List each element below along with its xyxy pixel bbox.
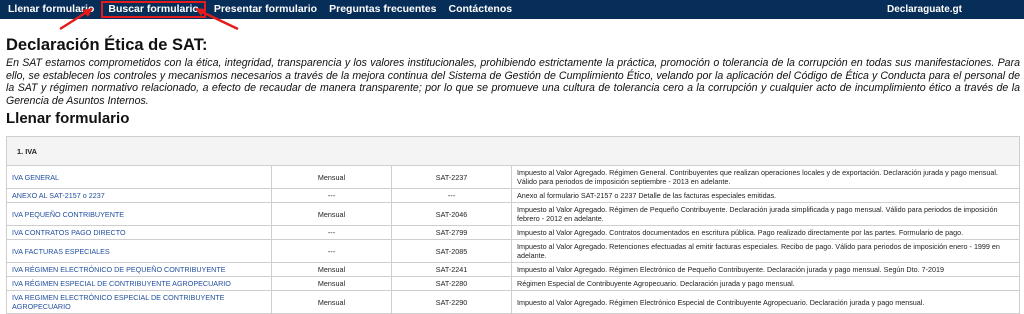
table-row: IVA RÉGIMEN ESPECIAL DE CONTRIBUYENTE AG… — [6, 276, 1020, 291]
table-row: IVA GENERAL Mensual SAT-2237 Impuesto al Va… — [6, 165, 1020, 189]
form-period: Mensual — [271, 165, 392, 189]
ethics-statement: En SAT estamos comprometidos con la étic… — [6, 57, 1020, 107]
form-code: SAT-2290 — [391, 290, 512, 314]
form-code: SAT-2046 — [391, 202, 512, 226]
forms-table: 1. IVA IVA GENERAL Mensual SAT-2237 Impuest… — [6, 136, 1020, 314]
top-navbar: Llenar formulario Buscar formulario Pres… — [0, 0, 1024, 19]
form-code: SAT-2280 — [391, 276, 512, 291]
form-code: SAT-2237 — [391, 165, 512, 189]
form-name-link[interactable]: IVA RÉGIMEN ESPECIAL DE CONTRIBUYENTE AG… — [6, 276, 272, 291]
group-header-label[interactable]: 1. IVA — [6, 136, 1020, 166]
form-description: Impuesto al Valor Agregado. Contratos do… — [511, 225, 1020, 240]
table-row: IVA REGIMEN ELECTRÓNICO ESPECIAL DE CONT… — [6, 290, 1020, 314]
form-description: Impuesto al Valor Agregado. Régimen Elec… — [511, 262, 1020, 277]
group-header-row[interactable]: 1. IVA — [6, 136, 1020, 166]
section-title: Llenar formulario — [6, 110, 130, 127]
form-period: Mensual — [271, 262, 392, 277]
table-row: IVA CONTRATOS PAGO DIRECTO --- SAT-2799 Imp… — [6, 225, 1020, 240]
table-row: IVA PEQUEÑO CONTRIBUYENTE Mensual SAT-2046… — [6, 202, 1020, 226]
nav-llenar-formulario[interactable]: Llenar formulario — [4, 1, 98, 18]
form-period: --- — [271, 225, 392, 240]
form-code: SAT-2085 — [391, 239, 512, 263]
form-period: --- — [271, 188, 392, 203]
nav-contactenos[interactable]: Contáctenos — [444, 1, 516, 18]
nav-preguntas-frecuentes[interactable]: Preguntas frecuentes — [325, 1, 440, 18]
form-name-link[interactable]: IVA FACTURAS ESPECIALES — [6, 239, 272, 263]
form-name-link[interactable]: IVA RÉGIMEN ELECTRÓNICO DE PEQUEÑO CONTR… — [6, 262, 272, 277]
form-period: Mensual — [271, 202, 392, 226]
form-description: Anexo al formulario SAT-2157 o 2237 Deta… — [511, 188, 1020, 203]
form-description: Régimen Especial de Contribuyente Agrope… — [511, 276, 1020, 291]
brand-logo-text[interactable]: Declaraguate.gt — [887, 0, 962, 19]
form-period: Mensual — [271, 290, 392, 314]
form-description: Impuesto al Valor Agregado. Retenciones … — [511, 239, 1020, 263]
form-name-link[interactable]: IVA CONTRATOS PAGO DIRECTO — [6, 225, 272, 240]
form-description: Impuesto al Valor Agregado. Régimen Elec… — [511, 290, 1020, 314]
form-code: SAT-2799 — [391, 225, 512, 240]
form-name-link[interactable]: IVA PEQUEÑO CONTRIBUYENTE — [6, 202, 272, 226]
ethics-heading: Declaración Ética de SAT: — [6, 36, 208, 54]
form-name-link[interactable]: ANEXO AL SAT-2157 o 2237 — [6, 188, 272, 203]
form-code: SAT-2241 — [391, 262, 512, 277]
table-row: IVA FACTURAS ESPECIALES --- SAT-2085 Impues… — [6, 239, 1020, 263]
form-name-link[interactable]: IVA GENERAL — [6, 165, 272, 189]
form-description: Impuesto al Valor Agregado. Régimen de P… — [511, 202, 1020, 226]
nav-presentar-formulario[interactable]: Presentar formulario — [210, 1, 321, 18]
form-period: Mensual — [271, 276, 392, 291]
form-code: --- — [391, 188, 512, 203]
table-row: IVA RÉGIMEN ELECTRÓNICO DE PEQUEÑO CONTR… — [6, 262, 1020, 277]
form-period: --- — [271, 239, 392, 263]
nav-buscar-formulario[interactable]: Buscar formulario — [101, 1, 206, 18]
table-row: ANEXO AL SAT-2157 o 2237 --- --- Anexo al f… — [6, 188, 1020, 203]
form-name-link[interactable]: IVA REGIMEN ELECTRÓNICO ESPECIAL DE CONT… — [6, 290, 272, 314]
form-description: Impuesto al Valor Agregado. Régimen Gene… — [511, 165, 1020, 189]
